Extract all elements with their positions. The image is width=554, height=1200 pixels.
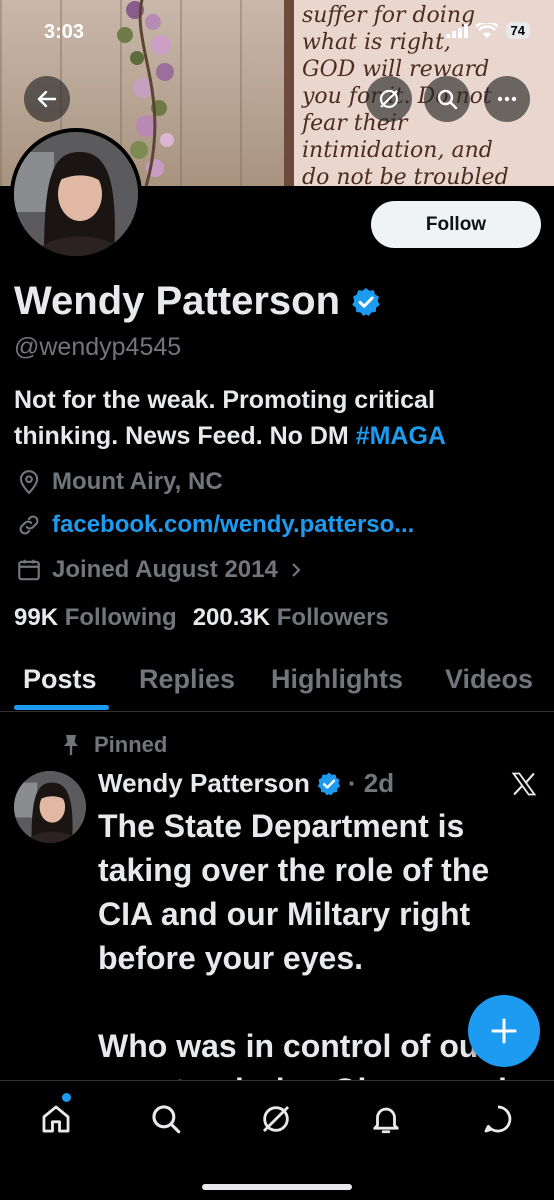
battery-level: 74	[505, 22, 530, 39]
display-name: Wendy Patterson	[14, 279, 340, 323]
nav-home[interactable]	[36, 1099, 76, 1139]
bell-icon	[373, 1107, 399, 1134]
post-avatar-photo	[14, 771, 86, 843]
followers-label: Followers	[276, 604, 389, 631]
messages-icon	[484, 1105, 512, 1133]
profile-bio: Not for the weak. Promoting critical thi…	[14, 382, 544, 454]
followers-count-link[interactable]: 200.3K Followers	[193, 604, 389, 632]
search-button[interactable]	[424, 76, 470, 122]
nav-notifications[interactable]	[366, 1099, 406, 1139]
back-arrow-icon	[37, 90, 57, 108]
post-author-name[interactable]: Wendy Patterson	[98, 768, 310, 799]
signal-icon	[445, 23, 468, 38]
nav-grok[interactable]	[256, 1099, 296, 1139]
post-author-avatar[interactable]	[14, 771, 86, 843]
profile-tabs: Posts Replies Highlights Videos	[0, 650, 554, 712]
following-count-link[interactable]: 99K Following	[14, 604, 177, 632]
search-nav-icon	[152, 1105, 181, 1134]
location-icon	[19, 470, 39, 495]
more-button[interactable]	[484, 76, 530, 122]
followers-count: 200.3K	[192, 604, 271, 631]
post-header: Wendy Patterson · 2d	[98, 768, 394, 799]
home-indicator-bar	[202, 1184, 352, 1190]
follow-counts: 99K Following 200.3K Followers	[14, 604, 389, 632]
link-icon	[19, 515, 39, 535]
grok-icon	[379, 89, 399, 109]
status-bar: 3:03 74	[0, 0, 554, 60]
x-logo-icon	[511, 772, 537, 796]
search-icon	[437, 89, 458, 110]
grok-nav-icon	[262, 1105, 290, 1133]
nav-messages[interactable]	[478, 1099, 518, 1139]
pinned-label: Pinned	[94, 732, 168, 757]
active-tab-indicator	[14, 705, 109, 710]
chevron-right-icon	[292, 563, 301, 577]
status-icons: 74	[445, 22, 530, 39]
profile-handle: @wendyp4545	[14, 333, 182, 361]
pinned-indicator: Pinned	[60, 732, 167, 758]
post-time: · 2d	[347, 768, 395, 798]
bio-hashtag-link[interactable]: #MAGA	[356, 422, 446, 450]
grok-button[interactable]	[366, 76, 412, 122]
tab-posts[interactable]: Posts	[23, 664, 97, 695]
profile-name-row: Wendy Patterson	[14, 279, 382, 324]
verified-badge-icon	[317, 772, 341, 795]
bottom-navigation	[0, 1080, 554, 1200]
profile-avatar[interactable]	[10, 128, 142, 260]
profile-joined[interactable]: Joined August 2014	[16, 556, 304, 584]
profile-location: Mount Airy, NC	[16, 468, 223, 496]
avatar-photo	[14, 132, 138, 256]
location-text: Mount Airy, NC	[52, 468, 223, 495]
status-time: 3:03	[44, 21, 85, 43]
more-icon	[497, 96, 517, 102]
compose-post-button[interactable]	[468, 995, 540, 1067]
back-button[interactable]	[24, 76, 70, 122]
tab-videos[interactable]: Videos	[445, 664, 533, 695]
tab-highlights[interactable]: Highlights	[271, 664, 403, 695]
home-icon	[42, 1105, 70, 1133]
calendar-icon	[18, 559, 40, 581]
follow-button[interactable]: Follow	[371, 201, 541, 248]
nav-search[interactable]	[146, 1099, 186, 1139]
wifi-icon	[475, 22, 498, 38]
following-label: Following	[64, 604, 177, 631]
post-body[interactable]: The State Department is taking over the …	[98, 804, 538, 1112]
joined-text: Joined August 2014	[52, 556, 278, 583]
pin-icon	[64, 735, 78, 755]
tab-replies[interactable]: Replies	[139, 664, 235, 695]
profile-website[interactable]: facebook.com/wendy.patterso...	[16, 511, 414, 539]
website-link[interactable]: facebook.com/wendy.patterso...	[52, 511, 414, 539]
home-notification-dot	[62, 1093, 71, 1102]
following-count: 99K	[14, 604, 59, 631]
plus-icon	[491, 1018, 517, 1044]
verified-badge-icon[interactable]	[350, 286, 382, 318]
